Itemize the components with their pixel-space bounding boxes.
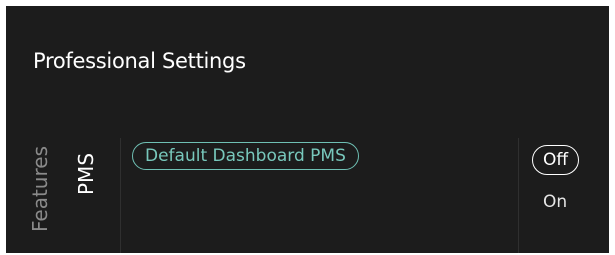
option-off[interactable]: Off: [532, 145, 580, 175]
column-divider: [120, 138, 121, 253]
column-divider: [518, 138, 519, 253]
column-label-pms[interactable]: PMS: [74, 153, 98, 195]
option-on[interactable]: On: [543, 189, 567, 215]
settings-panel: Professional Settings Features PMS Defau…: [6, 6, 609, 253]
menu-item-default-dashboard-pms[interactable]: Default Dashboard PMS: [132, 142, 359, 170]
column-label-features[interactable]: Features: [28, 146, 52, 232]
page-title: Professional Settings: [33, 49, 246, 73]
